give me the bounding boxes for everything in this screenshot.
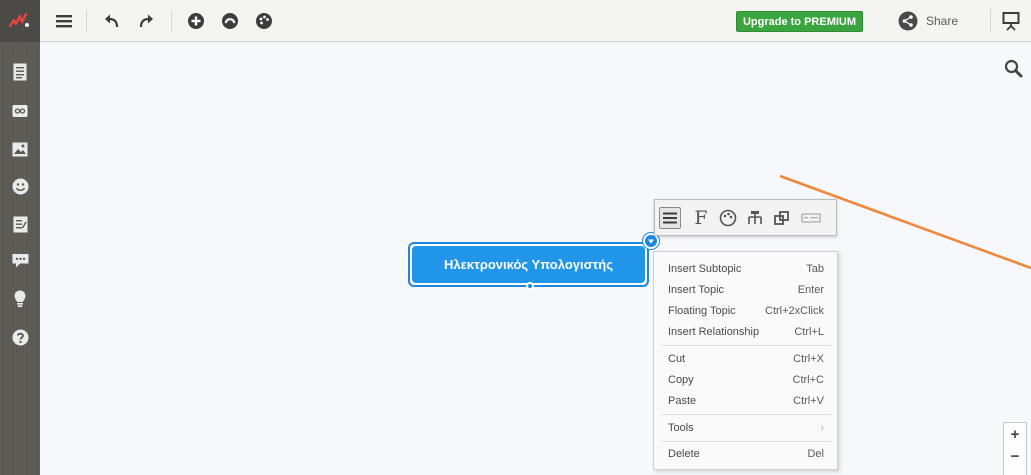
topic-format-toolbar: F <box>654 199 837 236</box>
upgrade-premium-button[interactable]: Upgrade to PREMIUM <box>736 11 863 32</box>
share-label: Share <box>926 14 959 28</box>
menu-icon[interactable] <box>52 9 76 33</box>
menu-item-paste[interactable]: Paste Ctrl+V <box>654 390 837 411</box>
redo-icon[interactable] <box>134 9 158 33</box>
menu-item-floating-topic[interactable]: Floating Topic Ctrl+2xClick <box>654 300 837 321</box>
toolbar-divider <box>86 10 87 32</box>
left-sidebar <box>0 42 40 475</box>
style-icon[interactable] <box>218 9 242 33</box>
font-icon[interactable]: F <box>690 207 712 229</box>
structure-icon[interactable] <box>744 207 766 229</box>
menu-item-insert-relationship[interactable]: Insert Relationship Ctrl+L <box>654 321 837 342</box>
share-icon <box>898 11 918 31</box>
share-button[interactable]: Share <box>898 10 958 32</box>
menu-item-insert-subtopic[interactable]: Insert Subtopic Tab <box>654 258 837 279</box>
add-topic-icon[interactable] <box>184 9 208 33</box>
text-style-icon[interactable] <box>800 207 822 229</box>
undo-icon[interactable] <box>100 9 124 33</box>
notes-icon[interactable] <box>10 214 30 234</box>
menu-divider <box>662 441 831 442</box>
image-icon[interactable] <box>10 139 30 159</box>
search-icon[interactable] <box>1004 59 1024 79</box>
help-icon[interactable] <box>10 327 30 347</box>
shape-icon[interactable] <box>771 207 793 229</box>
menu-divider <box>662 345 831 346</box>
outline-icon[interactable] <box>10 62 30 82</box>
menu-item-tools[interactable]: Tools › <box>654 417 837 438</box>
zoom-in-button[interactable]: + <box>1004 423 1026 445</box>
present-button[interactable] <box>990 9 1030 33</box>
menu-divider <box>662 414 831 415</box>
top-toolbar: Upgrade to PREMIUM Share <box>0 0 1031 42</box>
topic-connector-dot <box>526 282 534 290</box>
palette-icon[interactable] <box>717 207 739 229</box>
zoom-controls: + − <box>1003 422 1027 475</box>
menu-item-delete[interactable]: Delete Del <box>654 443 837 464</box>
logo-icon <box>8 12 29 28</box>
central-topic-label: Ηλεκτρονικός Υπολογιστής <box>412 246 645 283</box>
zoom-out-button[interactable]: − <box>1004 445 1026 467</box>
link-icon[interactable] <box>10 101 30 121</box>
app-logo[interactable] <box>0 0 40 42</box>
toolbar-divider <box>171 10 172 32</box>
comments-icon[interactable] <box>10 251 30 271</box>
chevron-down-icon <box>648 239 654 244</box>
menu-item-cut[interactable]: Cut Ctrl+X <box>654 348 837 369</box>
idea-icon[interactable] <box>10 289 30 309</box>
present-icon <box>1002 12 1019 31</box>
theme-palette-icon[interactable] <box>252 9 276 33</box>
chevron-right-icon: › <box>820 421 824 434</box>
menu-item-copy[interactable]: Copy Ctrl+C <box>654 369 837 390</box>
menu-icon[interactable] <box>659 207 681 229</box>
emoji-icon[interactable] <box>10 176 30 196</box>
central-topic[interactable]: Ηλεκτρονικός Υπολογιστής <box>408 242 649 287</box>
menu-item-insert-topic[interactable]: Insert Topic Enter <box>654 279 837 300</box>
context-menu: Insert Subtopic Tab Insert Topic Enter F… <box>653 251 838 470</box>
